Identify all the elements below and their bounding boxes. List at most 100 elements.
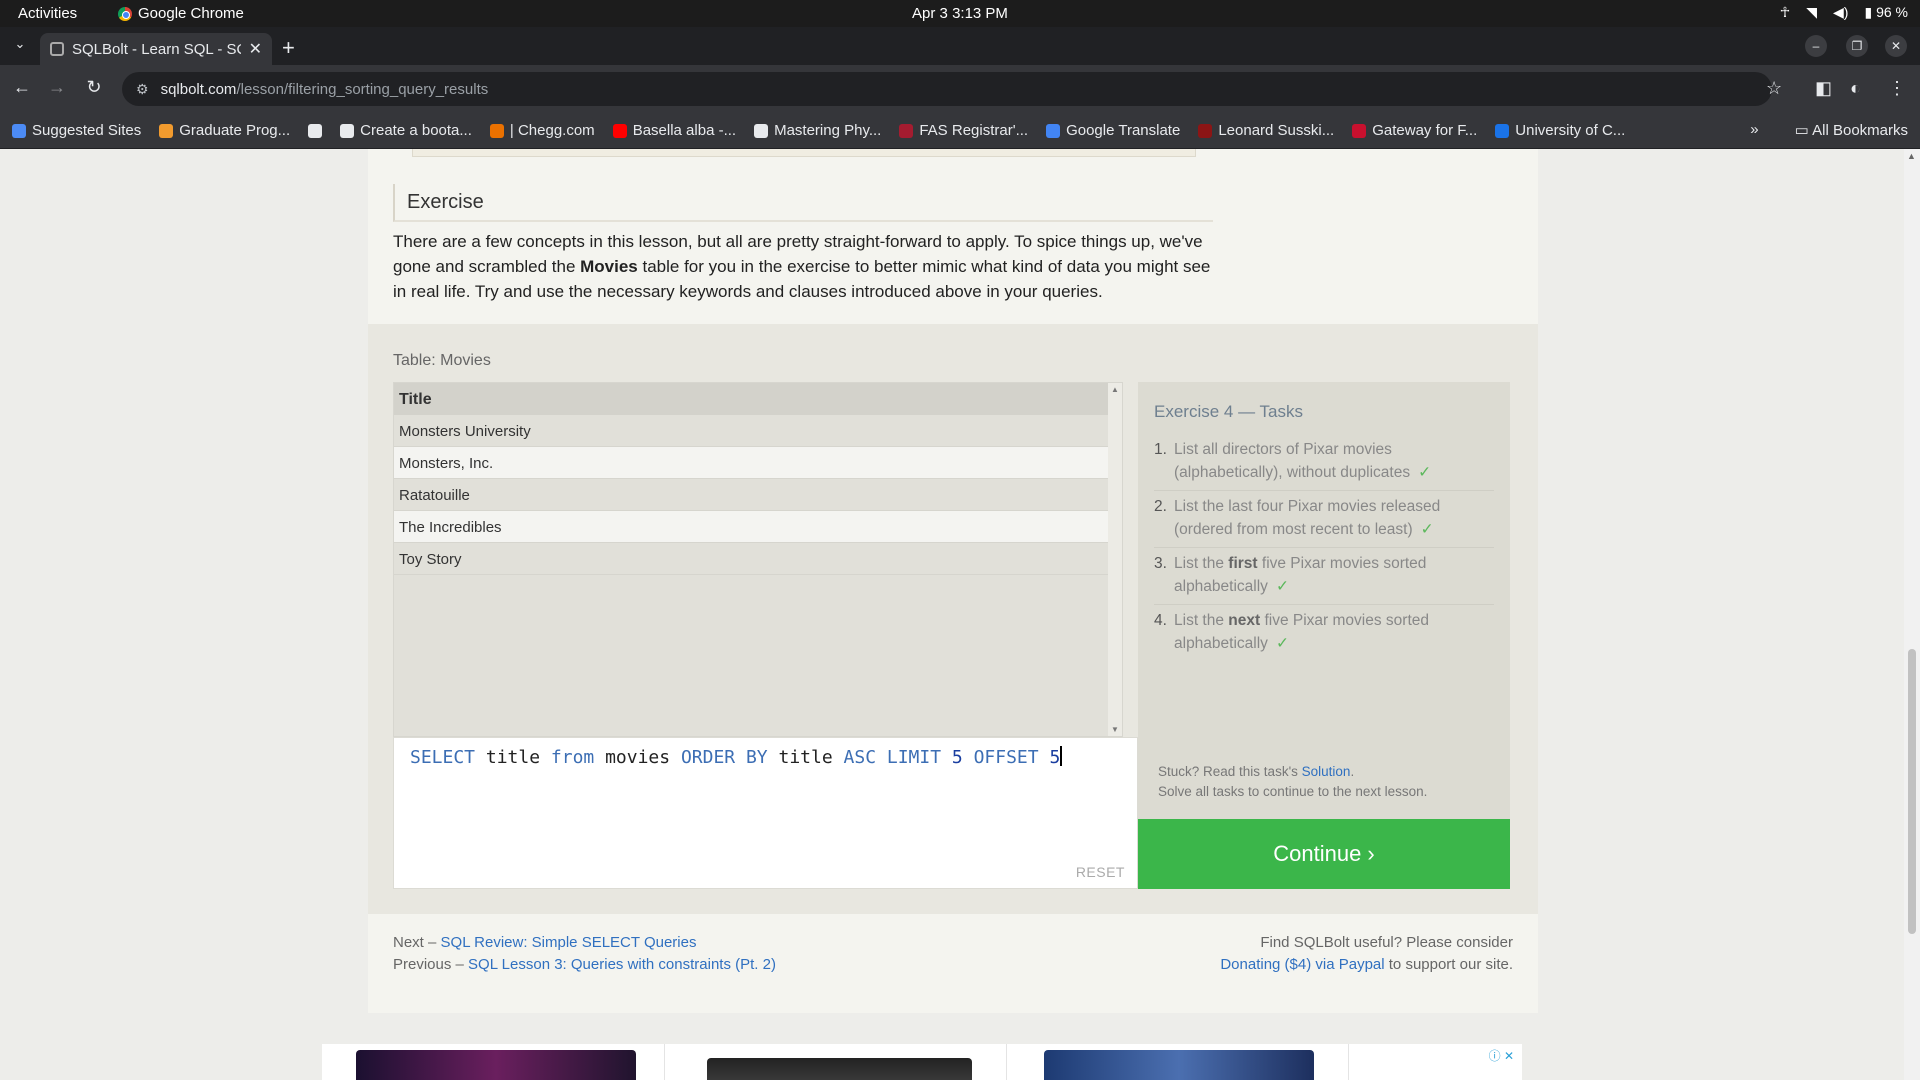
ad-divider [1348,1044,1349,1080]
sql-query[interactable]: SELECT title from movies ORDER BY title … [410,746,1063,768]
solution-link[interactable]: Solution [1302,764,1351,779]
bookmark-item[interactable]: Basella alba -... [612,122,736,139]
solve-all-text: Solve all tasks to continue to the next … [1158,784,1428,799]
close-window-icon[interactable]: ✕ [1885,35,1907,57]
page-scrollbar[interactable]: ▲ [1904,149,1920,1080]
results-table[interactable]: Title Monsters University Monsters, Inc.… [393,382,1123,737]
system-tray[interactable]: ☥ ◥ ◀) ▮ 96 % [1780,4,1908,21]
tab-search-chevron-icon[interactable]: ⌄ [10,36,30,56]
bookmark-item[interactable]: | Chegg.com [489,122,595,139]
useful-text: Find SQLBolt useful? Please consider [1260,934,1513,951]
sql-token: title [475,747,551,768]
restore-icon[interactable]: ❐ [1846,35,1868,57]
task-text-part: List the [1174,612,1229,629]
task-text: List the next five Pixar movies sorted a… [1174,609,1494,655]
url-host: sqlbolt.com [160,80,237,98]
table-row: Toy Story [394,543,1122,575]
url-path: /lesson/filtering_sorting_query_results [236,80,489,98]
all-bookmarks-label: All Bookmarks [1812,122,1908,139]
task-item: 2. List the last four Pixar movies releas… [1154,491,1494,548]
sql-token: 5 [941,747,974,768]
tab-sqlbolt[interactable]: SQLBolt - Learn SQL - SQ ✕ [40,33,272,65]
chrome-menu-icon[interactable]: ⋮ [1888,78,1906,99]
bookmark-item[interactable]: FAS Registrar'... [899,122,1028,139]
results-scrollbar[interactable]: ▲ ▼ [1108,383,1122,736]
task-item: 1. List all directors of Pixar movies (al… [1154,434,1494,491]
scroll-up-icon[interactable]: ▲ [1907,151,1916,161]
task-list: 1. List all directors of Pixar movies (al… [1154,434,1494,661]
text-cursor [1060,746,1063,766]
bookmark-item[interactable]: Mastering Phy... [754,122,881,139]
accessibility-icon[interactable]: ☥ [1780,4,1790,21]
reload-icon[interactable]: ↻ [82,77,106,98]
ad-image[interactable] [707,1058,972,1080]
bookmark-item[interactable]: Graduate Prog... [159,122,290,139]
task-text: List the first five Pixar movies sorted … [1174,552,1494,598]
bookmark-item[interactable]: Suggested Sites [12,122,141,139]
bookmark-item[interactable]: Create a boota... [340,122,472,139]
bookmark-item[interactable]: Leonard Susski... [1198,122,1334,139]
chrome-icon [118,6,132,21]
continue-button[interactable]: Continue › [1138,819,1510,889]
bookmark-favicon-icon [1352,123,1367,138]
app-menu[interactable]: Google Chrome [118,5,244,22]
more-bookmarks-icon[interactable]: » [1750,121,1758,139]
sql-token: movies [594,747,681,768]
donate-link[interactable]: Donating ($4) via Paypal [1220,956,1384,973]
next-lesson-link[interactable]: SQL Review: Simple SELECT Queries [441,934,697,951]
bookmark-star-icon[interactable]: ☆ [1766,78,1782,99]
stuck-text-end: . [1350,764,1355,779]
task-number: 1. [1154,441,1167,458]
sql-editor[interactable]: SELECT title from movies ORDER BY title … [393,737,1138,889]
back-arrow-icon[interactable]: ← [10,77,34,98]
tab-close-icon[interactable]: ✕ [249,39,262,59]
bookmark-favicon-icon [1198,123,1213,138]
volume-icon[interactable]: ◀) [1833,4,1848,21]
folder-icon: ▭ [1794,122,1809,139]
donation-note: Find SQLBolt useful? Please consider Don… [1220,932,1513,976]
lesson-page: Exercise There are a few concepts in thi… [368,149,1538,1013]
task-item: 3. List the first five Pixar movies sorte… [1154,548,1494,605]
bookmark-label: | Chegg.com [509,122,595,139]
previous-lesson-link[interactable]: SQL Lesson 3: Queries with constraints (… [468,956,776,973]
scroll-down-icon[interactable]: ▼ [1111,725,1119,734]
forward-arrow-icon[interactable]: → [45,77,69,98]
side-panel-icon[interactable]: ◧ [1815,78,1832,99]
sql-token: title [767,747,844,768]
previous-prefix: Previous – [393,956,469,973]
task-item: 4. List the next five Pixar movies sorted… [1154,605,1494,661]
scroll-up-icon[interactable]: ▲ [1111,385,1119,394]
stuck-text: Stuck? Read this task's [1158,764,1302,779]
bookmark-favicon-icon [308,123,323,138]
bookmark-item[interactable]: Gateway for F... [1352,122,1477,139]
task-text: List all directors of Pixar movies (alph… [1174,438,1494,484]
advertisement-strip[interactable]: ⓘ ✕ [322,1044,1522,1080]
table-row: Ratatouille [394,479,1122,511]
sql-keyword: SELECT [410,747,476,768]
wifi-icon[interactable]: ◥ [1806,4,1817,21]
ad-image[interactable] [1044,1050,1314,1080]
ad-image[interactable] [356,1050,636,1080]
adchoices-icon[interactable]: ⓘ ✕ [1489,1047,1514,1064]
bookmark-label: Graduate Prog... [179,122,291,139]
profile-avatar-icon[interactable]: ◐ [1850,78,1861,99]
bookmark-item[interactable] [308,123,323,138]
bookmark-item[interactable]: University of C... [1495,122,1625,139]
next-prefix: Next – [393,934,441,951]
activities-button[interactable]: Activities [18,5,77,22]
address-bar[interactable]: ⚙ sqlbolt.com/lesson/filtering_sorting_q… [122,72,1772,106]
sqlbolt-favicon-icon [50,42,64,56]
battery-indicator[interactable]: ▮ 96 % [1864,4,1908,21]
check-icon: ✓ [1420,521,1434,538]
previous-section-fragment [412,149,1196,157]
bookmark-label: University of C... [1515,122,1626,139]
site-info-icon[interactable]: ⚙ [136,81,149,98]
clock[interactable]: Apr 3 3:13 PM [0,5,1920,22]
reset-button[interactable]: RESET [1076,864,1125,880]
minimize-icon[interactable]: – [1805,35,1827,57]
new-tab-plus-icon[interactable]: + [282,35,295,61]
all-bookmarks-button[interactable]: ▭ All Bookmarks [1795,121,1908,139]
bookmark-item[interactable]: Google Translate [1046,122,1180,139]
scrollbar-thumb[interactable] [1908,649,1916,934]
